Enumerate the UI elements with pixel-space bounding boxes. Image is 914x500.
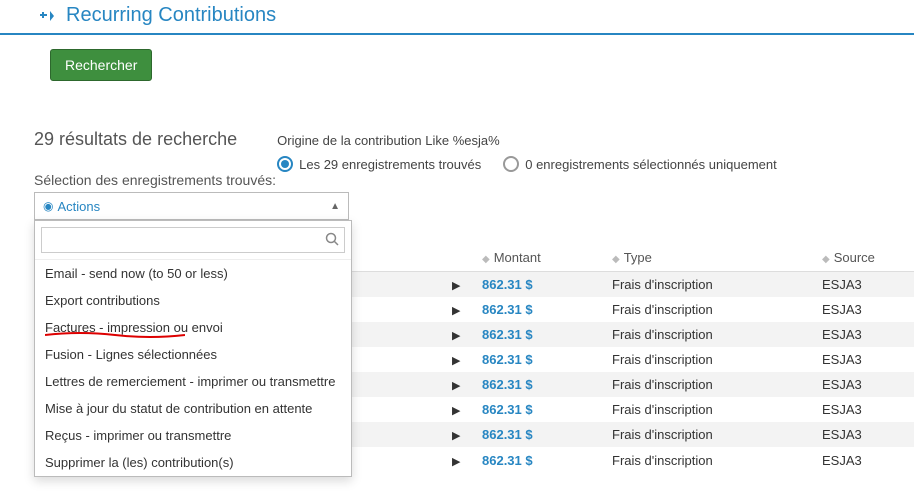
- check-circle-icon: ◉: [43, 199, 53, 213]
- accordion-title: Recurring Contributions: [66, 4, 276, 27]
- amount-value[interactable]: 862.31 $: [482, 377, 533, 392]
- amount-value[interactable]: 862.31 $: [482, 302, 533, 317]
- chevron-up-icon: ▲: [330, 201, 340, 212]
- type-value: Frais d'inscription: [604, 372, 814, 397]
- actions-menu-item[interactable]: Export contributions: [35, 287, 351, 314]
- type-value: Frais d'inscription: [604, 272, 814, 298]
- actions-menu-item[interactable]: Fusion - Lignes sélectionnées: [35, 341, 351, 368]
- expand-row-icon[interactable]: ▶: [452, 354, 466, 367]
- expand-row-icon[interactable]: ▶: [452, 279, 466, 292]
- source-value: ESJA3: [814, 272, 914, 298]
- source-value: ESJA3: [814, 347, 914, 372]
- sort-icon: ◆: [612, 254, 620, 265]
- col-expand: [444, 244, 474, 272]
- radio-all-records[interactable]: Les 29 enregistrements trouvés: [277, 156, 481, 172]
- results-count: 29 résultats de recherche: [34, 129, 237, 150]
- source-value: ESJA3: [814, 297, 914, 322]
- source-value: ESJA3: [814, 397, 914, 422]
- filter-origin-text: Origine de la contribution Like %esja%: [277, 133, 777, 148]
- type-value: Frais d'inscription: [604, 347, 814, 372]
- amount-value[interactable]: 862.31 $: [482, 277, 533, 292]
- type-value: Frais d'inscription: [604, 422, 814, 447]
- col-type[interactable]: ◆Type: [604, 244, 814, 272]
- actions-label: Actions: [57, 199, 100, 214]
- col-source[interactable]: ◆Source: [814, 244, 914, 272]
- selection-label: Sélection des enregistrements trouvés:: [34, 172, 914, 188]
- expand-row-icon[interactable]: ▶: [452, 329, 466, 342]
- actions-dropdown-toggle[interactable]: ◉ Actions ▲: [34, 192, 349, 220]
- type-value: Frais d'inscription: [604, 397, 814, 422]
- expand-row-icon[interactable]: ▶: [452, 429, 466, 442]
- search-icon: [325, 232, 339, 249]
- search-button[interactable]: Rechercher: [50, 49, 152, 81]
- expand-row-icon[interactable]: ▶: [452, 304, 466, 317]
- type-value: Frais d'inscription: [604, 447, 814, 474]
- actions-menu-item[interactable]: Reçus - imprimer ou transmettre: [35, 422, 351, 449]
- amount-value[interactable]: 862.31 $: [482, 352, 533, 367]
- collapse-icon: [40, 9, 60, 23]
- actions-menu-item[interactable]: Lettres de remerciement - imprimer ou tr…: [35, 368, 351, 395]
- amount-value[interactable]: 862.31 $: [482, 327, 533, 342]
- actions-dropdown-menu: Email - send now (to 50 or less)Export c…: [34, 220, 352, 477]
- radio-checked-icon: [277, 156, 293, 172]
- source-value: ESJA3: [814, 422, 914, 447]
- expand-row-icon[interactable]: ▶: [452, 404, 466, 417]
- source-value: ESJA3: [814, 447, 914, 474]
- radio-selected-label: 0 enregistrements sélectionnés uniquemen…: [525, 157, 776, 172]
- radio-all-label: Les 29 enregistrements trouvés: [299, 157, 481, 172]
- amount-value[interactable]: 862.31 $: [482, 453, 533, 468]
- radio-unchecked-icon: [503, 156, 519, 172]
- expand-row-icon[interactable]: ▶: [452, 455, 466, 468]
- source-value: ESJA3: [814, 372, 914, 397]
- source-value: ESJA3: [814, 322, 914, 347]
- amount-value[interactable]: 862.31 $: [482, 402, 533, 417]
- actions-menu-item[interactable]: Factures - impression ou envoi: [35, 314, 351, 341]
- type-value: Frais d'inscription: [604, 322, 814, 347]
- type-value: Frais d'inscription: [604, 297, 814, 322]
- sort-icon: ◆: [822, 254, 830, 265]
- actions-menu-item[interactable]: Mise à jour du statut de contribution en…: [35, 395, 351, 422]
- actions-menu-item[interactable]: Supprimer la (les) contribution(s): [35, 449, 351, 476]
- amount-value[interactable]: 862.31 $: [482, 427, 533, 442]
- expand-row-icon[interactable]: ▶: [452, 379, 466, 392]
- radio-selected-only[interactable]: 0 enregistrements sélectionnés uniquemen…: [503, 156, 776, 172]
- recurring-contributions-accordion[interactable]: Recurring Contributions: [0, 0, 914, 35]
- actions-menu-item[interactable]: Email - send now (to 50 or less): [35, 260, 351, 287]
- sort-icon: ◆: [482, 254, 490, 265]
- actions-search-input[interactable]: [41, 227, 345, 253]
- col-amount[interactable]: ◆Montant: [474, 244, 604, 272]
